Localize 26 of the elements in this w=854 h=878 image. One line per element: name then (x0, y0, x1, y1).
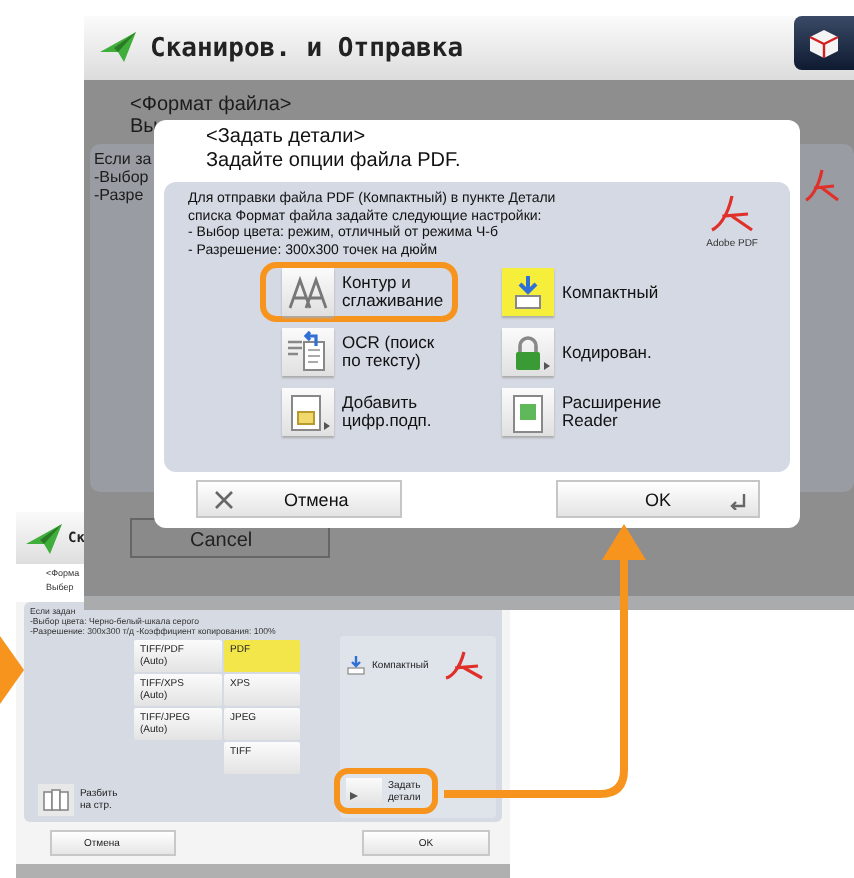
expand-arrow-icon (350, 792, 358, 800)
background-text: <Формат файла> (130, 94, 292, 116)
option-button[interactable]: Кодирован. (480, 322, 666, 382)
cube-icon (808, 27, 840, 59)
option-button[interactable]: Компактный (480, 262, 673, 322)
screen-title: Сканиров. и Отправка (150, 33, 466, 63)
enter-icon (728, 494, 748, 510)
background-text: -Выбор (94, 168, 151, 186)
menu-button[interactable] (794, 16, 854, 70)
ok-button[interactable]: OK (556, 480, 760, 518)
cancel-button[interactable]: Отмена (196, 480, 402, 518)
compress-icon (346, 656, 366, 676)
option-button[interactable]: Расширение Reader (480, 382, 676, 442)
paper-plane-icon (24, 520, 64, 556)
option-button[interactable]: Добавить цифр.подп. (260, 382, 446, 442)
dialog-subtitle: Задайте опции файла PDF. (204, 150, 463, 174)
background-text: -Разре (94, 186, 146, 204)
pointer-arrow-icon (0, 636, 24, 704)
background-text: Если за (94, 150, 152, 168)
option-button[interactable]: OCR (поиск по тексту) (260, 322, 449, 382)
option-button[interactable]: Контур и сглаживание (260, 262, 458, 322)
pdf-logo-icon (442, 648, 487, 684)
pdf-logo-icon (802, 166, 842, 206)
close-icon (214, 489, 234, 509)
dialog-title: <Задать детали> (204, 126, 368, 150)
pages-icon (38, 784, 74, 816)
